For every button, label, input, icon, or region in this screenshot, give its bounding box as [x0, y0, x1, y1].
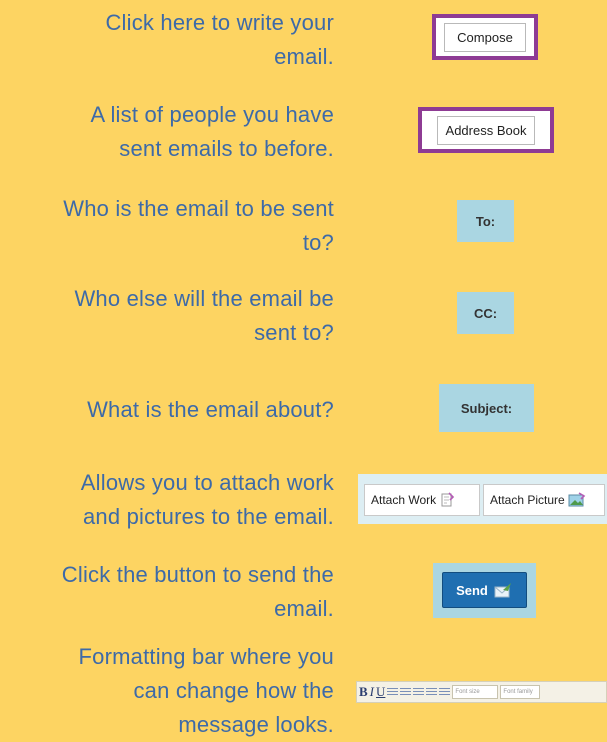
desc-line: sent to? [254, 320, 334, 345]
send-button[interactable]: Send [442, 572, 527, 608]
desc-line: message looks. [178, 712, 334, 737]
formatting-description: Formatting bar where you can change how … [0, 640, 334, 742]
desc-line: A list of people you have [90, 102, 334, 127]
address-book-button-highlight: Address Book [418, 107, 554, 153]
desc-line: can change how the [133, 678, 334, 703]
to-field-label[interactable]: To: [457, 200, 514, 242]
font-family-value: Font family [503, 689, 533, 695]
desc-line: and pictures to the email. [82, 504, 334, 529]
address-book-description: A list of people you have sent emails to… [0, 98, 334, 166]
compose-button[interactable]: Compose [444, 22, 526, 52]
desc-line: Who is the email to be sent [63, 196, 334, 221]
subject-description: What is the email about? [0, 393, 334, 427]
desc-line: email. [274, 596, 334, 621]
address-book-button[interactable]: Address Book [436, 115, 536, 145]
italic-button[interactable]: I [370, 684, 374, 700]
desc-line: email. [274, 44, 334, 69]
send-description: Click the button to send the email. [0, 558, 334, 626]
desc-line: to? [302, 230, 334, 255]
font-family-select[interactable]: Font family [500, 685, 541, 699]
font-size-value: Font size [455, 689, 480, 695]
desc-line: Allows you to attach work [80, 470, 334, 495]
bold-button[interactable]: B [359, 684, 368, 700]
attach-picture-icon [568, 492, 585, 507]
desc-line: sent emails to before. [119, 136, 334, 161]
attach-picture-button[interactable]: Attach Picture [483, 484, 605, 516]
desc-line: Click here to write your [105, 10, 334, 35]
desc-line: Formatting bar where you [78, 644, 334, 669]
subject-field-label[interactable]: Subject: [439, 384, 534, 432]
formatting-bar: B I U Font size Font family [356, 681, 607, 703]
compose-button-highlight: Compose [432, 14, 538, 60]
attach-work-label: Attach Work [371, 493, 437, 507]
font-size-select[interactable]: Font size [452, 685, 499, 699]
to-description: Who is the email to be sent to? [0, 192, 334, 260]
align-center-icon[interactable] [400, 687, 412, 697]
send-button-area: Send [433, 563, 536, 618]
align-left-icon[interactable] [387, 687, 399, 697]
attach-work-icon [441, 492, 455, 507]
attach-picture-label: Attach Picture [490, 493, 565, 507]
list-icon[interactable] [439, 687, 451, 697]
attach-description: Allows you to attach work and pictures t… [0, 466, 334, 534]
compose-description: Click here to write your email. [0, 6, 334, 74]
attach-work-button[interactable]: Attach Work [364, 484, 480, 516]
underline-button[interactable]: U [376, 684, 385, 700]
cc-field-label[interactable]: CC: [457, 292, 514, 334]
send-icon [494, 583, 511, 598]
attach-toolbar: Attach Work Attach Picture [358, 474, 607, 524]
align-right-icon[interactable] [413, 687, 425, 697]
cc-description: Who else will the email be sent to? [0, 282, 334, 350]
justify-icon[interactable] [426, 687, 438, 697]
desc-line: Who else will the email be [74, 286, 334, 311]
send-label: Send [456, 582, 488, 598]
desc-line: What is the email about? [87, 397, 334, 422]
desc-line: Click the button to send the [61, 562, 334, 587]
